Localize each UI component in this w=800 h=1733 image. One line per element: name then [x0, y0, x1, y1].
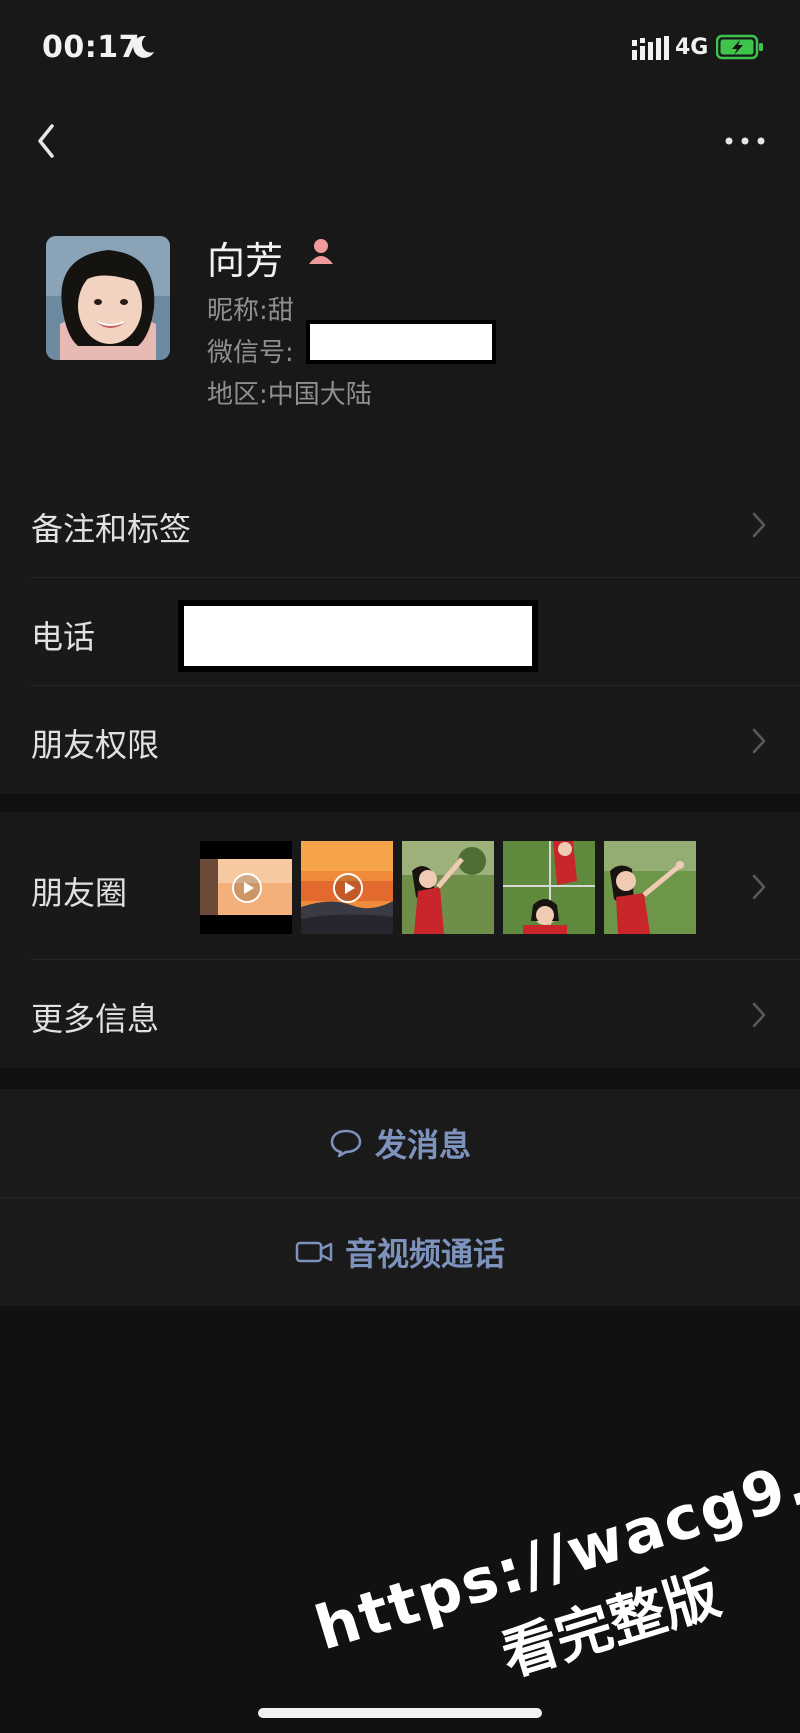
play-icon — [333, 873, 363, 903]
moment-thumbnail[interactable] — [604, 841, 696, 934]
signal-icon — [632, 36, 669, 60]
remarks-row[interactable]: 备注和标签 — [0, 470, 800, 578]
remarks-label: 备注和标签 — [31, 510, 192, 548]
more-info-row[interactable]: 更多信息 — [0, 960, 800, 1068]
redaction-box — [178, 600, 538, 672]
video-call-label: 音视频通话 — [344, 1235, 505, 1273]
redaction-box — [306, 320, 496, 364]
female-person-icon — [309, 239, 333, 264]
status-time: 00:17 — [42, 30, 140, 65]
play-icon — [232, 873, 262, 903]
nav-bar — [0, 96, 800, 216]
avatar[interactable] — [46, 236, 170, 360]
send-message-label: 发消息 — [374, 1126, 471, 1164]
video-call-button[interactable]: 音视频通话 — [0, 1198, 800, 1306]
phone-label: 电话 — [31, 618, 96, 656]
moment-thumbnail[interactable] — [402, 841, 494, 934]
region-line: 地区:中国大陆 — [207, 380, 372, 410]
wechat-id-label: 微信号: — [207, 338, 294, 368]
home-indicator[interactable] — [258, 1708, 542, 1718]
permissions-label: 朋友权限 — [31, 726, 160, 764]
video-camera-icon — [295, 1241, 333, 1263]
moment-thumbnail[interactable] — [200, 841, 292, 934]
contact-name: 向芳 — [207, 239, 284, 283]
permissions-row[interactable]: 朋友权限 — [0, 686, 800, 794]
watermark: https://wacg9.com 看完整版 — [290, 1388, 800, 1703]
chevron-right-icon — [752, 874, 766, 900]
moment-thumbnail[interactable] — [301, 841, 393, 934]
status-bar: 00:17 4G — [0, 0, 800, 96]
nickname-line: 昵称:甜 — [207, 296, 294, 326]
send-message-button[interactable]: 发消息 — [0, 1089, 800, 1197]
more-info-label: 更多信息 — [31, 1000, 160, 1038]
chevron-right-icon — [752, 512, 766, 538]
moments-label: 朋友圈 — [31, 874, 128, 912]
chevron-left-icon[interactable] — [28, 116, 64, 166]
moon-icon — [133, 35, 154, 58]
moment-thumbnail[interactable] — [503, 841, 595, 934]
profile-header: 向芳 昵称:甜 微信号: 地区:中国大陆 — [0, 216, 800, 470]
chevron-right-icon — [752, 728, 766, 754]
more-dots-icon[interactable] — [724, 126, 766, 156]
battery-charging-icon — [716, 34, 763, 60]
network-type: 4G — [675, 35, 709, 60]
chevron-right-icon — [752, 1002, 766, 1028]
chat-bubble-icon — [330, 1129, 362, 1158]
